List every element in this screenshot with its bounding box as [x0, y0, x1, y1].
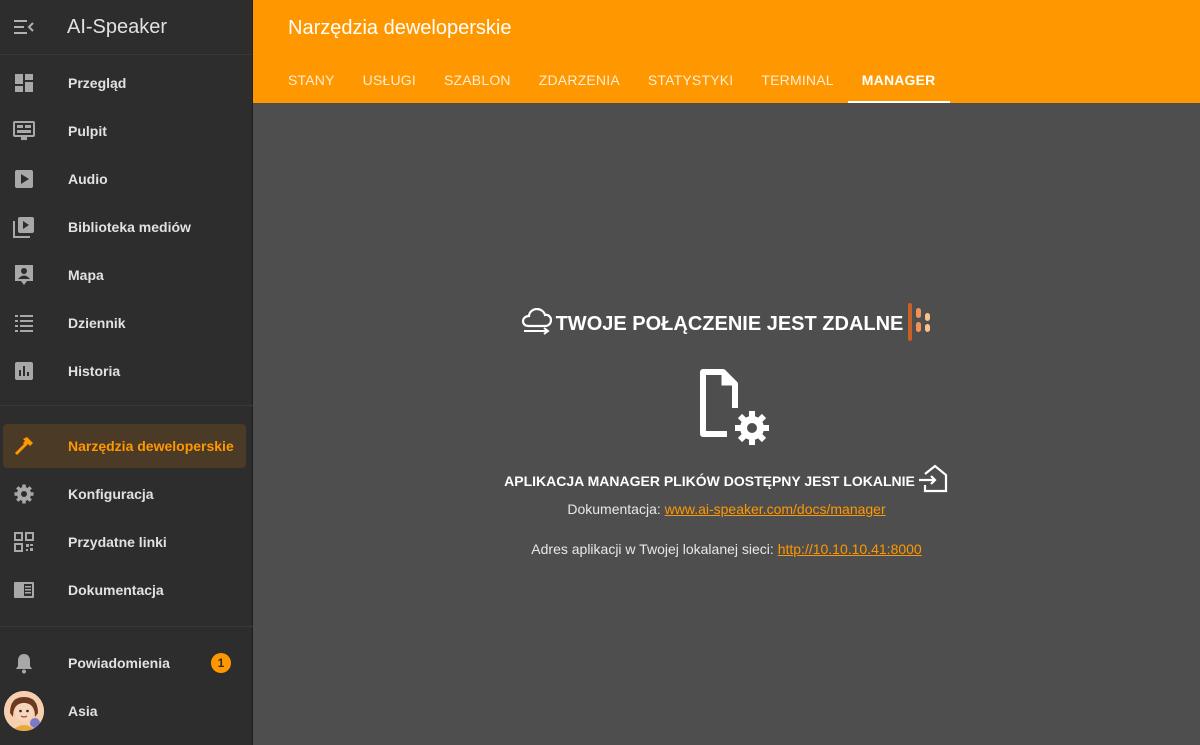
sidebar-header: AI-Speaker	[0, 0, 252, 55]
tab-terminal[interactable]: TERMINAL	[747, 56, 847, 103]
sidebar-item-label: Biblioteka mediów	[68, 219, 191, 235]
tab-uslugi[interactable]: USŁUGI	[349, 56, 430, 103]
sidebar-item-audio[interactable]: Audio	[0, 157, 253, 201]
home-import-icon	[917, 463, 949, 498]
header-bar: Narzędzia deweloperskie STANY USŁUGI SZA…	[253, 0, 1200, 103]
local-address-link[interactable]: http://10.10.10.41:8000	[778, 541, 922, 557]
documentation-label: Dokumentacja:	[567, 501, 661, 517]
documentation-link[interactable]: www.ai-speaker.com/docs/manager	[665, 501, 886, 517]
gear-icon	[12, 482, 36, 506]
sidebar-item-label: Przegląd	[68, 75, 127, 91]
sidebar: AI-Speaker Przegląd Pulpit Audio Bibliot…	[0, 0, 253, 745]
notification-count-badge: 1	[211, 653, 231, 673]
sidebar-item-label: Dziennik	[68, 315, 126, 331]
sidebar-item-label: Historia	[68, 363, 121, 379]
tab-szablon[interactable]: SZABLON	[430, 56, 525, 103]
sidebar-item-biblioteka[interactable]: Biblioteka mediów	[0, 205, 253, 249]
page-title: Narzędzia deweloperskie	[288, 17, 512, 39]
sidebar-item-dziennik[interactable]: Dziennik	[0, 301, 253, 345]
chart-icon	[12, 359, 36, 383]
sidebar-item-historia[interactable]: Historia	[0, 349, 253, 393]
sidebar-divider	[0, 405, 253, 406]
sidebar-item-powiadomienia[interactable]: Powiadomienia 1	[0, 641, 253, 685]
map-person-icon	[12, 263, 36, 287]
sidebar-item-label: Konfiguracja	[68, 486, 154, 502]
dashboard-icon	[12, 71, 36, 95]
app-title: AI-Speaker	[67, 15, 168, 38]
ai-speaker-logo-icon	[906, 302, 932, 347]
tab-manager[interactable]: MANAGER	[847, 56, 950, 103]
book-icon	[12, 578, 36, 602]
sidebar-item-label: Narzędzia deweloperskie	[68, 438, 234, 454]
sidebar-item-konfiguracja[interactable]: Konfiguracja	[0, 472, 253, 516]
sidebar-item-mapa[interactable]: Mapa	[0, 253, 253, 297]
tab-zdarzenia[interactable]: ZDARZENIA	[525, 56, 634, 103]
sidebar-item-dokumentacja[interactable]: Dokumentacja	[0, 568, 253, 612]
tab-bar: STANY USŁUGI SZABLON ZDARZENIA STATYSTYK…	[274, 56, 950, 103]
local-availability-notice: APLIKACJA MANAGER PLIKÓW DOSTĘPNY JEST L…	[253, 463, 1200, 498]
monitor-icon	[12, 119, 36, 143]
media-library-icon	[12, 215, 36, 239]
list-icon	[12, 311, 36, 335]
file-settings-icon	[697, 368, 777, 448]
sidebar-item-user[interactable]: Asia	[0, 689, 253, 733]
remote-connection-text: TWOJE POŁĄCZENIE JEST ZDALNE	[555, 313, 904, 335]
qr-code-icon	[12, 530, 36, 554]
address-line: Adres aplikacji w Twojej lokalanej sieci…	[253, 541, 1200, 557]
menu-collapse-icon[interactable]	[0, 0, 48, 55]
cloud-sync-icon	[521, 307, 553, 341]
documentation-line: Dokumentacja: www.ai-speaker.com/docs/ma…	[253, 501, 1200, 517]
sidebar-item-label: Mapa	[68, 267, 104, 283]
hammer-icon	[12, 434, 36, 458]
sidebar-item-label: Pulpit	[68, 123, 107, 139]
sidebar-item-linki[interactable]: Przydatne linki	[0, 520, 253, 564]
sidebar-item-narzedzia[interactable]: Narzędzia deweloperskie	[3, 424, 246, 468]
tab-statystyki[interactable]: STATYSTYKI	[634, 56, 748, 103]
remote-connection-notice: TWOJE POŁĄCZENIE JEST ZDALNE	[253, 302, 1200, 347]
main-content: TWOJE POŁĄCZENIE JEST ZDALNE APLIKACJA M…	[253, 103, 1200, 745]
sidebar-item-label: Przydatne linki	[68, 534, 167, 550]
sidebar-item-label: Powiadomienia	[68, 655, 170, 671]
user-name: Asia	[68, 703, 98, 719]
sidebar-item-przeglad[interactable]: Przegląd	[0, 61, 253, 105]
bell-icon	[12, 651, 36, 675]
tab-stany[interactable]: STANY	[274, 56, 349, 103]
address-label: Adres aplikacji w Twojej lokalanej sieci…	[531, 541, 774, 557]
sidebar-item-pulpit[interactable]: Pulpit	[0, 109, 253, 153]
play-icon	[12, 167, 36, 191]
local-availability-text: APLIKACJA MANAGER PLIKÓW DOSTĘPNY JEST L…	[504, 472, 915, 489]
sidebar-item-label: Audio	[68, 171, 108, 187]
sidebar-item-label: Dokumentacja	[68, 582, 164, 598]
sidebar-divider	[0, 626, 253, 627]
avatar	[4, 691, 44, 731]
